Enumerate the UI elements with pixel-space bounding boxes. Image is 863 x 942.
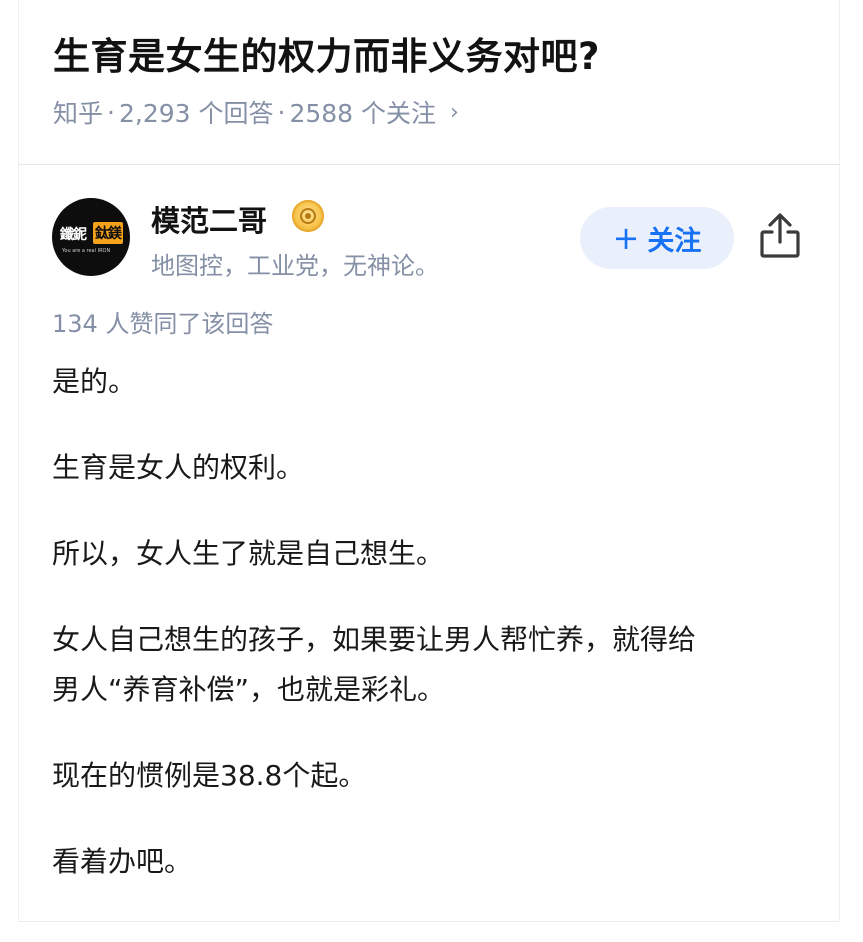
avatar[interactable]: 鑯鈮 鈦鎂 You are a real IRON <box>52 198 130 276</box>
answer-paragraph: 现在的惯例是38.8个起。 <box>52 759 367 792</box>
avatar-tagline: You are a real IRON <box>62 248 111 254</box>
answer-count: 2,293 个回答 <box>118 99 274 128</box>
answer-paragraph: 女人自己想生的孩子，如果要让男人帮忙养，就得给 <box>52 623 697 656</box>
follower-count: 2588 个关注 <box>289 99 437 128</box>
follow-label: 关注 <box>647 225 702 257</box>
answer-paragraph: 生育是女人的权利。 <box>52 451 305 484</box>
follow-button[interactable]: + 关注 <box>580 207 734 269</box>
avatar-logo-badge: 鈦鎂 <box>93 222 123 244</box>
source-label: 知乎 <box>53 99 104 128</box>
meta-separator: · <box>277 97 286 127</box>
plus-icon: + <box>612 219 640 257</box>
meta-separator: · <box>107 97 115 127</box>
vote-count: 134 人赞同了该回答 <box>52 310 274 338</box>
chevron-right-icon[interactable]: › <box>450 100 459 125</box>
avatar-logo-text: 鑯鈮 <box>60 227 87 243</box>
answer-paragraph: 所以，女人生了就是自己想生。 <box>52 537 445 570</box>
question-meta[interactable]: 知乎 · 2,293 个回答 · 2588 个关注 › <box>53 94 459 130</box>
author-name[interactable]: 模范二哥 <box>151 198 267 240</box>
author-bio: 地图控，工业党，无神论。 <box>151 252 439 280</box>
question-header: 生育是女生的权力而非义务对吧? 知乎 · 2,293 个回答 · 2588 个关… <box>18 0 840 165</box>
answer-paragraph: 看着办吧。 <box>52 845 193 878</box>
answer-paragraph: 是的。 <box>52 365 137 398</box>
answer-paragraph: 男人“养育补偿”，也就是彩礼。 <box>52 673 446 706</box>
question-title[interactable]: 生育是女生的权力而非义务对吧? <box>53 26 600 80</box>
share-icon[interactable] <box>758 212 802 260</box>
medal-icon[interactable] <box>292 200 324 232</box>
